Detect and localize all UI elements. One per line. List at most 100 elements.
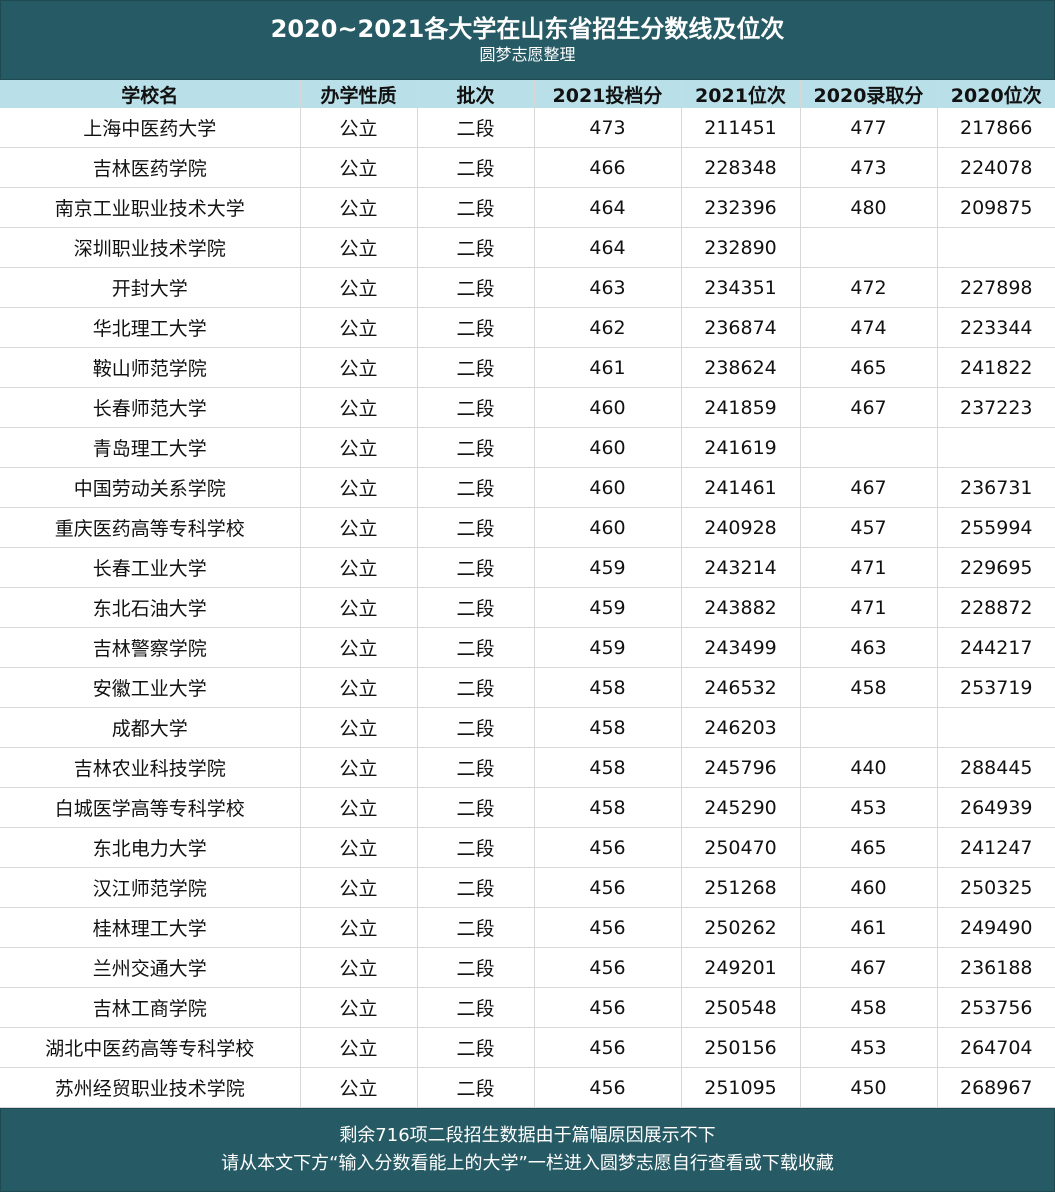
cell-2021-score: 464 xyxy=(534,227,682,268)
cell-ownership: 公立 xyxy=(300,1067,418,1108)
column-header-2020-score: 2020录取分 xyxy=(800,80,938,108)
cell-batch: 二段 xyxy=(417,827,535,868)
cell-ownership: 公立 xyxy=(300,467,418,508)
cell-2020-score: 467 xyxy=(800,387,938,428)
cell-ownership: 公立 xyxy=(300,307,418,348)
cell-ownership: 公立 xyxy=(300,387,418,428)
cell-batch: 二段 xyxy=(417,267,535,308)
cell-2020-score: 471 xyxy=(800,547,938,588)
cell-batch: 二段 xyxy=(417,1027,535,1068)
cell-2021-rank: 251095 xyxy=(681,1067,801,1108)
cell-school-name: 中国劳动关系学院 xyxy=(0,467,301,508)
table-row: 吉林医药学院 公立 二段 466 228348 473 224078 xyxy=(0,147,1055,188)
cell-batch: 二段 xyxy=(417,707,535,748)
cell-2021-rank: 241619 xyxy=(681,427,801,468)
footer-note-remaining: 剩余716项二段招生数据由于篇幅原因展示不下 xyxy=(339,1125,716,1146)
score-table: 学校名 办学性质 批次 2021投档分 2021位次 2020录取分 2020位… xyxy=(0,80,1055,1108)
cell-2021-score: 456 xyxy=(534,1027,682,1068)
cell-2021-score: 466 xyxy=(534,147,682,188)
table-row: 吉林农业科技学院 公立 二段 458 245796 440 288445 xyxy=(0,747,1055,788)
cell-school-name: 桂林理工大学 xyxy=(0,907,301,948)
cell-2021-score: 461 xyxy=(534,347,682,388)
cell-2020-rank: 224078 xyxy=(937,147,1055,188)
table-row: 中国劳动关系学院 公立 二段 460 241461 467 236731 xyxy=(0,467,1055,508)
table-row: 华北理工大学 公立 二段 462 236874 474 223344 xyxy=(0,307,1055,348)
cell-school-name: 东北石油大学 xyxy=(0,587,301,628)
cell-2020-rank: 223344 xyxy=(937,307,1055,348)
cell-2020-score: 471 xyxy=(800,587,938,628)
cell-batch: 二段 xyxy=(417,227,535,268)
cell-2020-rank: 288445 xyxy=(937,747,1055,788)
column-header-2021-score: 2021投档分 xyxy=(534,80,682,108)
cell-2020-score: 458 xyxy=(800,987,938,1028)
cell-2020-score: 460 xyxy=(800,867,938,908)
cell-ownership: 公立 xyxy=(300,747,418,788)
cell-batch: 二段 xyxy=(417,747,535,788)
cell-school-name: 吉林医药学院 xyxy=(0,147,301,188)
cell-ownership: 公立 xyxy=(300,547,418,588)
cell-batch: 二段 xyxy=(417,147,535,188)
cell-2021-score: 458 xyxy=(534,787,682,828)
cell-school-name: 白城医学高等专科学校 xyxy=(0,787,301,828)
cell-2020-score: 440 xyxy=(800,747,938,788)
table-row: 吉林警察学院 公立 二段 459 243499 463 244217 xyxy=(0,627,1055,668)
cell-2021-score: 460 xyxy=(534,427,682,468)
cell-2021-rank: 240928 xyxy=(681,507,801,548)
cell-2020-score xyxy=(800,427,938,468)
cell-school-name: 深圳职业技术学院 xyxy=(0,227,301,268)
page-title: 2020~2021各大学在山东省招生分数线及位次 xyxy=(270,15,785,43)
cell-2020-rank: 236188 xyxy=(937,947,1055,988)
cell-2021-score: 458 xyxy=(534,747,682,788)
cell-2020-rank xyxy=(937,707,1055,748)
cell-batch: 二段 xyxy=(417,987,535,1028)
cell-2020-score xyxy=(800,707,938,748)
cell-2021-rank: 241461 xyxy=(681,467,801,508)
cell-2020-rank: 253756 xyxy=(937,987,1055,1028)
cell-2020-rank: 241822 xyxy=(937,347,1055,388)
cell-school-name: 苏州经贸职业技术学院 xyxy=(0,1067,301,1108)
cell-batch: 二段 xyxy=(417,187,535,228)
cell-2020-score: 453 xyxy=(800,787,938,828)
cell-2021-rank: 250548 xyxy=(681,987,801,1028)
cell-ownership: 公立 xyxy=(300,827,418,868)
cell-2020-rank: 253719 xyxy=(937,667,1055,708)
cell-school-name: 安徽工业大学 xyxy=(0,667,301,708)
cell-2021-score: 459 xyxy=(534,627,682,668)
table-row: 吉林工商学院 公立 二段 456 250548 458 253756 xyxy=(0,987,1055,1028)
table-row: 上海中医药大学 公立 二段 473 211451 477 217866 xyxy=(0,108,1055,148)
cell-2021-rank: 236874 xyxy=(681,307,801,348)
cell-school-name: 上海中医药大学 xyxy=(0,108,301,148)
cell-2020-rank: 264704 xyxy=(937,1027,1055,1068)
cell-2020-rank: 217866 xyxy=(937,108,1055,148)
cell-2021-rank: 241859 xyxy=(681,387,801,428)
cell-2021-rank: 243499 xyxy=(681,627,801,668)
cell-ownership: 公立 xyxy=(300,227,418,268)
cell-2020-rank: 237223 xyxy=(937,387,1055,428)
cell-2021-score: 456 xyxy=(534,947,682,988)
cell-2020-rank: 244217 xyxy=(937,627,1055,668)
table-row: 南京工业职业技术大学 公立 二段 464 232396 480 209875 xyxy=(0,187,1055,228)
table-row: 湖北中医药高等专科学校 公立 二段 456 250156 453 264704 xyxy=(0,1027,1055,1068)
cell-ownership: 公立 xyxy=(300,627,418,668)
cell-2020-rank: 241247 xyxy=(937,827,1055,868)
cell-ownership: 公立 xyxy=(300,907,418,948)
table-row: 东北电力大学 公立 二段 456 250470 465 241247 xyxy=(0,827,1055,868)
table-row: 东北石油大学 公立 二段 459 243882 471 228872 xyxy=(0,587,1055,628)
cell-2021-score: 459 xyxy=(534,587,682,628)
cell-2020-rank: 228872 xyxy=(937,587,1055,628)
cell-school-name: 汉江师范学院 xyxy=(0,867,301,908)
cell-batch: 二段 xyxy=(417,867,535,908)
cell-2021-score: 456 xyxy=(534,1067,682,1108)
table-row: 成都大学 公立 二段 458 246203 xyxy=(0,707,1055,748)
cell-school-name: 吉林农业科技学院 xyxy=(0,747,301,788)
cell-2021-score: 458 xyxy=(534,707,682,748)
cell-2021-rank: 251268 xyxy=(681,867,801,908)
cell-school-name: 兰州交通大学 xyxy=(0,947,301,988)
cell-school-name: 开封大学 xyxy=(0,267,301,308)
score-table-page: 2020~2021各大学在山东省招生分数线及位次 圆梦志愿整理 学校名 办学性质… xyxy=(0,0,1055,1193)
cell-2021-score: 456 xyxy=(534,827,682,868)
cell-2021-rank: 245796 xyxy=(681,747,801,788)
cell-batch: 二段 xyxy=(417,627,535,668)
cell-school-name: 南京工业职业技术大学 xyxy=(0,187,301,228)
cell-ownership: 公立 xyxy=(300,1027,418,1068)
